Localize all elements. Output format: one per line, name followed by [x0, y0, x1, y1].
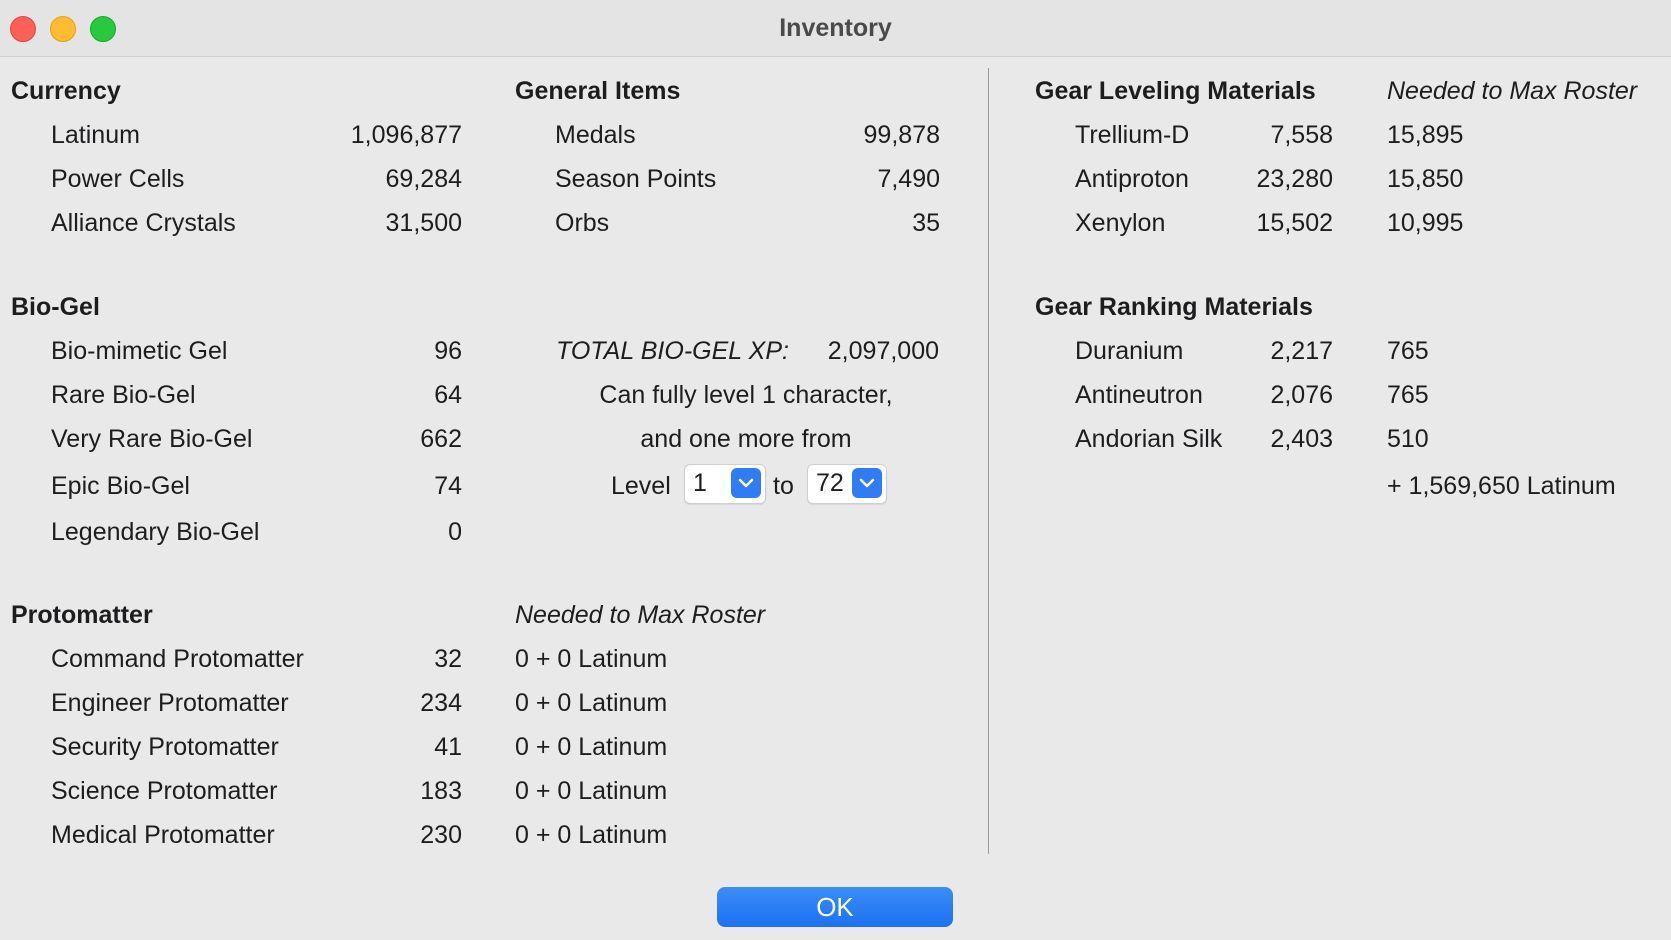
protomatter-name: Command Protomatter — [51, 645, 304, 673]
gear-leveling-value: 15,502 — [1256, 209, 1333, 237]
total-bio-gel-xp-value: 2,097,000 — [827, 337, 939, 365]
protomatter-value: 32 — [434, 645, 462, 673]
column-divider — [988, 68, 989, 854]
bio-gel-name: Legendary Bio-Gel — [51, 518, 260, 546]
protomatter-name: Security Protomatter — [51, 733, 279, 761]
gear-ranking-value: 2,076 — [1270, 381, 1333, 409]
gear-leveling-value: 23,280 — [1256, 165, 1333, 193]
protomatter-needed: 0 + 0 Latinum — [515, 645, 668, 673]
currency-name: Latinum — [51, 121, 140, 149]
currency-heading: Currency — [11, 77, 121, 105]
bio-gel-name: Very Rare Bio-Gel — [51, 425, 253, 453]
protomatter-needed: 0 + 0 Latinum — [515, 733, 668, 761]
title-bar: Inventory — [0, 0, 1671, 57]
bio-gel-value: 64 — [434, 381, 462, 409]
protomatter-name: Science Protomatter — [51, 777, 278, 805]
level-from-select[interactable]: 1 — [684, 464, 766, 504]
currency-value: 31,500 — [385, 209, 462, 237]
gear-leveling-needed: 10,995 — [1387, 209, 1464, 237]
bio-gel-value: 96 — [434, 337, 462, 365]
protomatter-value: 234 — [420, 689, 462, 717]
gear-leveling-needed-heading: Needed to Max Roster — [1387, 77, 1638, 105]
window-title: Inventory — [779, 14, 892, 42]
gear-ranking-name: Andorian Silk — [1075, 425, 1223, 453]
chevron-down-icon — [731, 468, 761, 498]
protomatter-name: Medical Protomatter — [51, 821, 275, 849]
gear-leveling-name: Antiproton — [1075, 165, 1189, 193]
currency-value: 1,096,877 — [350, 121, 462, 149]
protomatter-name: Engineer Protomatter — [51, 689, 289, 717]
gear-leveling-needed: 15,850 — [1387, 165, 1464, 193]
gear-ranking-name: Antineutron — [1075, 381, 1203, 409]
gear-leveling-value: 7,558 — [1270, 121, 1333, 149]
gear-ranking-heading: Gear Ranking Materials — [1035, 293, 1313, 321]
ok-button[interactable]: OK — [717, 887, 953, 927]
level-label: Level — [611, 472, 671, 500]
protomatter-needed-heading: Needed to Max Roster — [515, 601, 766, 629]
general-item-name: Season Points — [555, 165, 717, 193]
gear-ranking-needed: 765 — [1387, 381, 1429, 409]
bio-gel-name: Bio-mimetic Gel — [51, 337, 228, 365]
level-summary-line: and one more from — [640, 425, 852, 453]
bio-gel-value: 0 — [448, 518, 462, 546]
currency-name: Alliance Crystals — [51, 209, 236, 237]
bio-gel-value: 662 — [420, 425, 462, 453]
gear-ranking-needed: 765 — [1387, 337, 1429, 365]
gear-ranking-extra-latinum: + 1,569,650 Latinum — [1387, 472, 1616, 500]
bio-gel-name: Epic Bio-Gel — [51, 472, 190, 500]
total-bio-gel-xp-label: TOTAL BIO-GEL XP: — [556, 337, 789, 365]
level-to-select[interactable]: 72 — [807, 464, 887, 504]
gear-leveling-name: Xenylon — [1075, 209, 1166, 237]
level-from-value: 1 — [693, 469, 707, 497]
to-label: to — [773, 472, 794, 500]
currency-name: Power Cells — [51, 165, 185, 193]
protomatter-needed: 0 + 0 Latinum — [515, 777, 668, 805]
bio-gel-value: 74 — [434, 472, 462, 500]
level-to-value: 72 — [816, 469, 844, 497]
gear-ranking-name: Duranium — [1075, 337, 1184, 365]
general-item-value: 35 — [912, 209, 940, 237]
gear-leveling-name: Trellium-D — [1075, 121, 1190, 149]
protomatter-value: 41 — [434, 733, 462, 761]
bio-gel-heading: Bio-Gel — [11, 293, 100, 321]
gear-ranking-value: 2,403 — [1270, 425, 1333, 453]
general-item-name: Medals — [555, 121, 636, 149]
gear-leveling-needed: 15,895 — [1387, 121, 1464, 149]
protomatter-value: 230 — [420, 821, 462, 849]
general-item-name: Orbs — [555, 209, 610, 237]
gear-ranking-needed: 510 — [1387, 425, 1429, 453]
general-item-value: 7,490 — [877, 165, 940, 193]
level-summary-line: Can fully level 1 character, — [599, 381, 893, 409]
protomatter-heading: Protomatter — [11, 601, 153, 629]
protomatter-value: 183 — [420, 777, 462, 805]
gear-leveling-heading: Gear Leveling Materials — [1035, 77, 1316, 105]
bio-gel-name: Rare Bio-Gel — [51, 381, 196, 409]
inventory-window: Inventory Currency Latinum 1,096,877 Pow… — [0, 0, 1671, 940]
general-item-value: 99,878 — [863, 121, 940, 149]
chevron-down-icon — [852, 468, 882, 498]
gear-ranking-value: 2,217 — [1270, 337, 1333, 365]
general-items-heading: General Items — [515, 77, 681, 105]
protomatter-needed: 0 + 0 Latinum — [515, 689, 668, 717]
protomatter-needed: 0 + 0 Latinum — [515, 821, 668, 849]
currency-value: 69,284 — [385, 165, 462, 193]
